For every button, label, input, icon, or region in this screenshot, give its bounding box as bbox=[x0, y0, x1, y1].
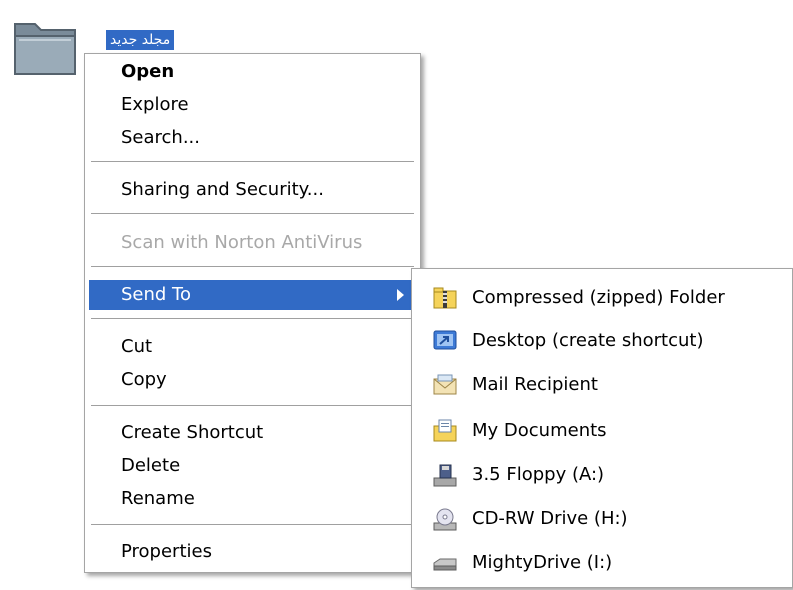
send-to-item-label: Mail Recipient bbox=[472, 374, 598, 395]
menu-item-rename[interactable]: Rename bbox=[89, 484, 416, 514]
menu-item-sharing-security[interactable]: Sharing and Security... bbox=[89, 175, 416, 205]
send-to-item-label: MightyDrive (I:) bbox=[472, 552, 613, 573]
menu-separator bbox=[91, 405, 414, 406]
mail-icon bbox=[432, 372, 458, 398]
send-to-zip-folder[interactable]: Compressed (zipped) Folder bbox=[420, 279, 780, 317]
menu-separator bbox=[91, 213, 414, 214]
send-to-item-label: Compressed (zipped) Folder bbox=[472, 287, 725, 308]
menu-separator bbox=[91, 318, 414, 319]
menu-item-scan-norton: Scan with Norton AntiVirus bbox=[121, 232, 363, 253]
folder-name-label[interactable]: مجلد جديد bbox=[106, 30, 175, 50]
send-to-my-documents[interactable]: My Documents bbox=[420, 412, 780, 450]
desktop-shortcut-icon bbox=[432, 328, 458, 354]
send-to-item-label: CD-RW Drive (H:) bbox=[472, 508, 628, 529]
send-to-mail-recipient[interactable]: Mail Recipient bbox=[420, 366, 780, 404]
menu-item-open[interactable]: Open bbox=[89, 57, 416, 87]
menu-item-cut[interactable]: Cut bbox=[89, 332, 416, 362]
send-to-floppy[interactable]: 3.5 Floppy (A:) bbox=[420, 456, 780, 494]
documents-folder-icon bbox=[432, 418, 458, 444]
removable-drive-icon bbox=[432, 550, 458, 576]
zip-folder-icon bbox=[432, 285, 458, 311]
send-to-item-label: Desktop (create shortcut) bbox=[472, 330, 704, 351]
floppy-drive-icon bbox=[432, 462, 458, 488]
send-to-item-label: 3.5 Floppy (A:) bbox=[472, 464, 605, 485]
menu-item-create-shortcut[interactable]: Create Shortcut bbox=[89, 418, 416, 448]
submenu-arrow-icon bbox=[397, 289, 404, 301]
menu-separator bbox=[91, 161, 414, 162]
menu-item-send-to[interactable]: Send To bbox=[89, 280, 416, 310]
send-to-desktop[interactable]: Desktop (create shortcut) bbox=[420, 322, 780, 360]
menu-separator bbox=[91, 524, 414, 525]
cd-drive-icon bbox=[432, 506, 458, 532]
send-to-cd-drive[interactable]: CD-RW Drive (H:) bbox=[420, 500, 780, 538]
menu-item-search[interactable]: Search... bbox=[89, 123, 416, 153]
menu-item-properties[interactable]: Properties bbox=[89, 537, 416, 567]
menu-item-delete[interactable]: Delete bbox=[89, 451, 416, 481]
menu-item-label: Send To bbox=[121, 284, 192, 305]
context-menu: Open Explore Search... Sharing and Secur… bbox=[84, 53, 421, 573]
send-to-mightydrive[interactable]: MightyDrive (I:) bbox=[420, 544, 780, 582]
send-to-item-label: My Documents bbox=[472, 420, 607, 441]
folder-icon[interactable] bbox=[9, 14, 81, 80]
send-to-submenu: Compressed (zipped) Folder Desktop (crea… bbox=[411, 268, 793, 588]
menu-item-copy[interactable]: Copy bbox=[89, 365, 416, 395]
menu-separator bbox=[91, 266, 414, 267]
menu-item-explore[interactable]: Explore bbox=[89, 90, 416, 120]
